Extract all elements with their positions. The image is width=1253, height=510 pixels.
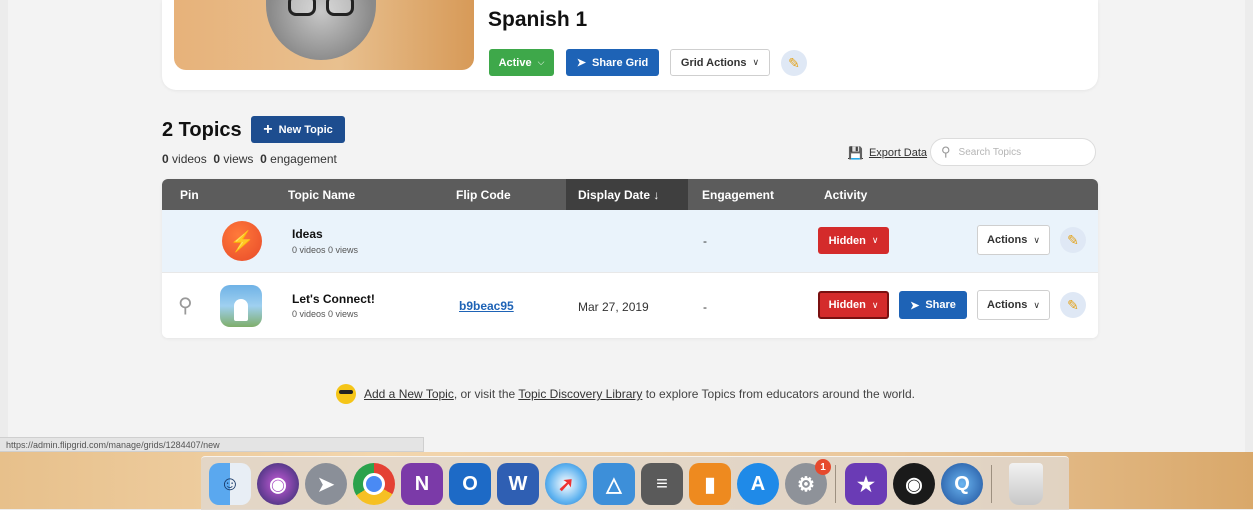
- activity-hidden-dropdown[interactable]: Hidden ∨: [818, 227, 889, 254]
- flip-code-link[interactable]: b9beac95: [459, 299, 514, 313]
- rocket-icon: ➤: [910, 299, 920, 312]
- word-icon[interactable]: W: [497, 463, 539, 505]
- sunglasses-emoji-icon: [336, 384, 356, 404]
- quicktime-icon[interactable]: Q: [941, 463, 983, 505]
- export-data-link[interactable]: 💾 Export Data: [848, 146, 927, 160]
- grid-title: Spanish 1: [488, 8, 588, 31]
- engagement-value: -: [703, 300, 707, 314]
- table-header: Pin Topic Name Flip Code Display Date ↓ …: [162, 179, 1098, 210]
- edit-topic-button[interactable]: ✎: [1060, 227, 1086, 253]
- pencil-icon: ✎: [788, 54, 800, 71]
- launchpad-icon[interactable]: ➤: [305, 463, 347, 505]
- column-header-flip-code[interactable]: Flip Code: [456, 179, 511, 210]
- table-row[interactable]: ⚲ Let's Connect! 0 videos 0 views b9beac…: [162, 272, 1098, 338]
- system-preferences-icon[interactable]: ⚙ 1: [785, 459, 831, 505]
- books-icon[interactable]: ▮: [689, 463, 731, 505]
- search-input[interactable]: [956, 145, 1081, 159]
- topic-name[interactable]: Ideas: [292, 227, 323, 241]
- topic-thumbnail: [220, 285, 262, 327]
- chevron-down-icon: ∨: [1033, 234, 1040, 245]
- chevron-down-icon: ∨: [871, 235, 879, 245]
- edit-grid-button[interactable]: ✎: [781, 50, 807, 76]
- topic-stats: 0 videos 0 views: [292, 245, 359, 255]
- grid-status-dropdown[interactable]: Active ⌵: [489, 49, 554, 76]
- calculator-icon[interactable]: ≡: [641, 463, 683, 505]
- topics-count-title: 2 Topics: [162, 119, 242, 141]
- topics-table: Pin Topic Name Flip Code Display Date ↓ …: [162, 179, 1098, 338]
- chevron-down-icon: ∨: [871, 299, 879, 310]
- search-icon: ⚲: [941, 144, 951, 159]
- topic-actions-dropdown[interactable]: Actions ∨: [977, 290, 1050, 320]
- grid-stats: 0 videos 0 views 0 engagement: [162, 152, 337, 166]
- status-bar-url: https://admin.flipgrid.com/manage/grids/…: [0, 437, 424, 452]
- dock-separator: [991, 465, 992, 503]
- obs-icon[interactable]: ◉: [893, 463, 935, 505]
- column-header-activity[interactable]: Activity: [824, 179, 867, 210]
- chevron-down-icon: ∨: [1033, 299, 1040, 310]
- dock-separator: [835, 465, 836, 503]
- add-new-topic-link[interactable]: Add a New Topic: [364, 387, 454, 401]
- new-topic-button[interactable]: + New Topic: [251, 116, 345, 143]
- save-icon: 💾: [848, 146, 863, 160]
- edit-topic-button[interactable]: ✎: [1060, 292, 1086, 318]
- plus-icon: +: [263, 120, 273, 138]
- onenote-icon[interactable]: N: [401, 463, 443, 505]
- chevron-down-icon: ⌵: [537, 57, 545, 67]
- macos-dock: ☺ ◉ ➤ N O W ➚ △ ≡ ▮ A ⚙ 1 ★ ◉ Q: [201, 456, 1069, 510]
- column-header-pin[interactable]: Pin: [180, 179, 199, 210]
- safari-icon[interactable]: ➚: [545, 463, 587, 505]
- topic-stats: 0 videos 0 views: [292, 309, 359, 319]
- display-date: Mar 27, 2019: [578, 300, 649, 314]
- finder-icon[interactable]: ☺: [209, 463, 251, 505]
- activity-hidden-dropdown[interactable]: Hidden ∨: [818, 291, 889, 319]
- pencil-icon: ✎: [1067, 231, 1079, 248]
- search-topics-field[interactable]: ⚲: [930, 138, 1096, 166]
- topic-actions-dropdown[interactable]: Actions ∨: [977, 225, 1050, 255]
- column-header-topic-name[interactable]: Topic Name: [288, 179, 355, 210]
- siri-icon[interactable]: ◉: [257, 463, 299, 505]
- share-grid-button[interactable]: ➤ Share Grid: [566, 49, 659, 76]
- column-header-display-date[interactable]: Display Date ↓: [566, 179, 688, 210]
- chrome-icon[interactable]: [353, 463, 395, 505]
- table-row[interactable]: ⚡ Ideas 0 videos 0 views - Hidden ∨ Actio…: [162, 210, 1098, 272]
- pin-icon[interactable]: ⚲: [178, 293, 193, 318]
- imovie-icon[interactable]: ★: [845, 463, 887, 505]
- topic-thumbnail: ⚡: [222, 221, 262, 261]
- share-topic-button[interactable]: ➤ Share: [899, 291, 967, 319]
- lightning-icon: ⚡: [229, 230, 255, 253]
- outlook-icon[interactable]: O: [449, 463, 491, 505]
- grid-cover-image: [174, 0, 474, 70]
- trash-icon[interactable]: [1009, 463, 1043, 505]
- chevron-down-icon: ∨: [752, 57, 760, 67]
- column-header-engagement[interactable]: Engagement: [702, 179, 774, 210]
- engagement-value: -: [703, 234, 707, 248]
- pencil-icon: ✎: [1067, 296, 1079, 313]
- rocket-icon: ➤: [576, 57, 586, 69]
- notification-badge: 1: [815, 459, 831, 475]
- topic-name[interactable]: Let's Connect!: [292, 292, 375, 306]
- app-store-icon[interactable]: A: [737, 463, 779, 505]
- grid-header-card: [162, 0, 1098, 90]
- keynote-icon[interactable]: △: [593, 463, 635, 505]
- grid-actions-dropdown[interactable]: Grid Actions ∨: [670, 49, 770, 76]
- topic-suggestion-message: Add a New Topic, or visit the Topic Disc…: [336, 384, 915, 404]
- topic-discovery-library-link[interactable]: Topic Discovery Library: [518, 387, 642, 401]
